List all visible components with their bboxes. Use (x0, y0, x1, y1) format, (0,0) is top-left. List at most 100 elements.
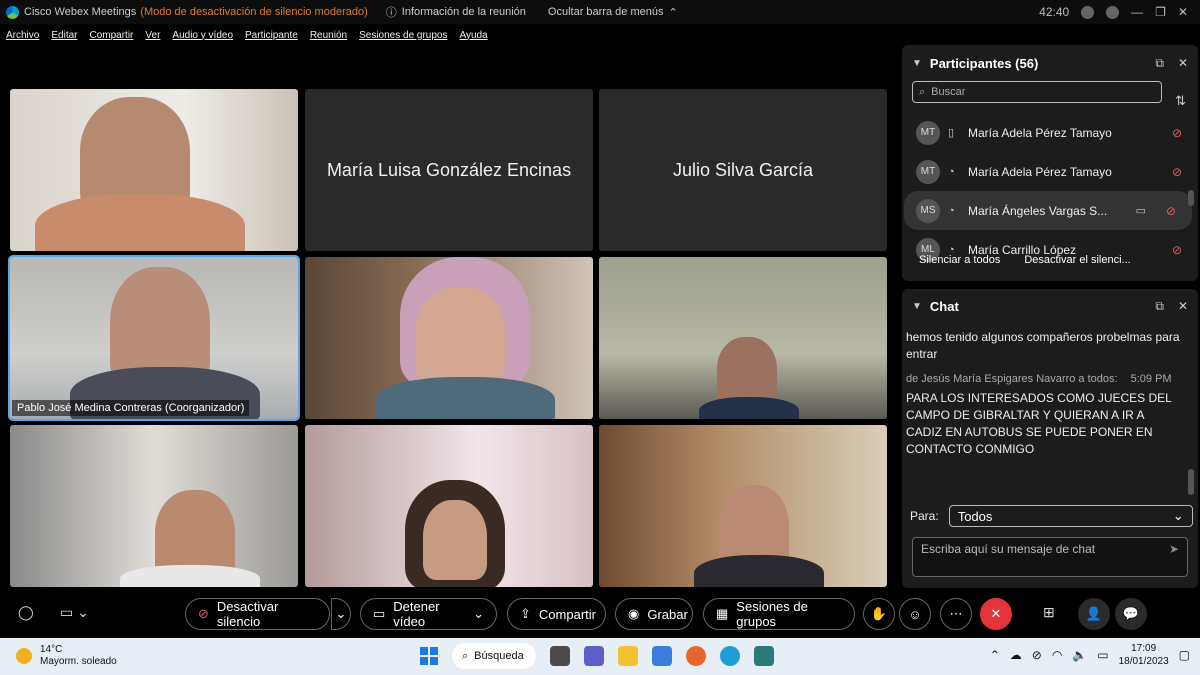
menu-participante[interactable]: Participante (245, 30, 298, 41)
participants-panel: ▼ Participantes (56) ⧉ ✕ ⌕ Buscar ⇅ MT ▯… (902, 45, 1198, 281)
edge-icon[interactable] (720, 646, 740, 666)
unmute-label: Desactivar silencio (216, 599, 279, 629)
hide-menu-button[interactable]: Ocultar barra de menús ⌃ (548, 6, 678, 19)
taskbar-clock[interactable]: 17:09 18/01/2023 (1119, 642, 1169, 668)
status-icon[interactable] (1081, 5, 1095, 19)
mic-muted-icon[interactable]: ⊘ (1172, 126, 1182, 140)
video-tile-6[interactable] (599, 257, 887, 419)
recipient-select[interactable]: Todos ⌄ (948, 505, 1193, 527)
windows-start-icon[interactable] (420, 647, 438, 665)
chat-message-meta: de Jesús María Espigares Navarro a todos… (906, 371, 1182, 388)
menu-sesiones[interactable]: Sesiones de grupos (359, 30, 447, 41)
menu-ayuda[interactable]: Ayuda (460, 30, 488, 41)
video-tile-1[interactable] (10, 89, 298, 251)
meeting-controls: ◯ ▭ ⌄ ⊘ Desactivar silencio ⌄ ▭ Detener … (0, 596, 1200, 634)
participant-row[interactable]: MS ◔ María Ángeles Vargas S... ▭ ⊘ (904, 191, 1192, 230)
apps-icon[interactable]: ⊞ (1043, 604, 1055, 621)
menu-ver[interactable]: Ver (145, 30, 160, 41)
more-options-button[interactable]: ⋯ (940, 598, 972, 630)
unmute-button[interactable]: ⊘ Desactivar silencio (185, 598, 330, 630)
notifications-icon[interactable]: ▢ (1179, 648, 1190, 662)
collapse-chevron-icon[interactable]: ▼ (912, 301, 922, 312)
connection-status-icon[interactable]: ◯ (18, 604, 34, 621)
video-tile-9[interactable] (599, 425, 887, 587)
file-explorer-icon[interactable] (618, 646, 638, 666)
participant-row[interactable]: MT ▯ María Adela Pérez Tamayo ⊘ (902, 113, 1198, 152)
close-icon[interactable]: ✕ (1178, 5, 1188, 19)
participant-search-input[interactable]: ⌕ Buscar (912, 81, 1162, 103)
teams-chat-icon[interactable] (584, 646, 604, 666)
meeting-info-button[interactable]: ⓘ Información de la reunión (386, 4, 526, 20)
windows-taskbar: 14°C Mayorm. soleado ⌕ Búsqueda ⌃ ☁ ⊘ ◠ … (0, 638, 1200, 675)
audio-options-button[interactable]: ⌄ (331, 598, 351, 630)
chevron-up-icon[interactable]: ⌃ (990, 648, 1000, 662)
chat-recipient-row: Para: Todos ⌄ (910, 505, 1193, 527)
menu-audio-video[interactable]: Audio y vídeo (172, 30, 233, 41)
weather-widget[interactable]: 14°C Mayorm. soleado (16, 644, 117, 668)
participant-row[interactable]: MT ◔ María Adela Pérez Tamayo ⊘ (902, 152, 1198, 191)
cloud-icon[interactable]: ☁ (1010, 648, 1022, 662)
video-tile-3[interactable]: Julio Silva García (599, 89, 887, 251)
chevron-down-icon: ⌄ (1172, 508, 1184, 523)
leave-meeting-button[interactable]: ✕ (980, 598, 1012, 630)
mic-muted-icon[interactable]: ⊘ (1172, 165, 1182, 179)
mic-muted-icon[interactable]: ⊘ (1172, 243, 1182, 257)
video-tile-2[interactable]: María Luisa González Encinas (305, 89, 593, 251)
captions-icon[interactable]: ▭ ⌄ (60, 604, 89, 621)
system-tray: ⌃ ☁ ⊘ ◠ 🔈 ▭ 17:09 18/01/2023 ▢ (990, 642, 1190, 668)
share-button[interactable]: ⇪ Compartir (507, 598, 606, 630)
participant-name: María Adela Pérez Tamayo (968, 164, 1112, 179)
menu-archivo[interactable]: Archivo (6, 30, 39, 41)
breakout-button[interactable]: ▦ Sesiones de grupos (703, 598, 855, 630)
popout-icon[interactable]: ⧉ (1155, 299, 1164, 314)
chat-toggle-button[interactable]: 💬 (1115, 598, 1147, 630)
video-tile-8[interactable] (305, 425, 593, 587)
chat-bubble-icon: 💬 (1122, 606, 1140, 621)
taskbar-apps: ⌕ Búsqueda (420, 643, 774, 669)
restore-icon[interactable]: ❐ (1155, 5, 1166, 19)
mode-label: (Modo de desactivación de silencio moder… (140, 6, 368, 18)
menu-editar[interactable]: Editar (51, 30, 77, 41)
mic-muted-icon[interactable]: ⊘ (1032, 648, 1042, 662)
video-tile-4[interactable]: Pablo José Medina Contreras (Coorganizad… (8, 255, 300, 421)
taskbar-search[interactable]: ⌕ Búsqueda (452, 643, 536, 669)
close-panel-icon[interactable]: ✕ (1178, 299, 1188, 314)
chevron-down-icon: ⌄ (335, 606, 347, 621)
mic-muted-icon[interactable]: ⊘ (1166, 204, 1176, 218)
chevron-up-icon: ⌃ (668, 6, 678, 19)
record-label: Grabar (647, 606, 688, 622)
participants-toggle-button[interactable]: 👤 (1078, 598, 1110, 630)
battery-icon[interactable]: ▭ (1097, 648, 1108, 662)
chat-message: PARA LOS INTERESADOS COMO JUECES DEL CAM… (906, 391, 1172, 456)
store-icon[interactable] (652, 646, 672, 666)
volume-icon[interactable]: 🔈 (1072, 648, 1087, 662)
menu-compartir[interactable]: Compartir (89, 30, 133, 41)
raise-hand-button[interactable]: ✋ (863, 598, 895, 630)
mute-all-button[interactable]: Silenciar a todos (919, 254, 1000, 266)
close-panel-icon[interactable]: ✕ (1178, 56, 1188, 71)
firefox-icon[interactable] (686, 646, 706, 666)
unmute-all-button[interactable]: Desactivar el silenci... (1024, 254, 1130, 266)
video-tile-7[interactable] (10, 425, 298, 587)
camera-icon[interactable]: ▭ (1136, 204, 1146, 217)
record-icon: ◉ (628, 606, 640, 621)
task-view-icon[interactable] (550, 646, 570, 666)
record-button[interactable]: ◉ Grabar (615, 598, 693, 630)
sort-icon[interactable]: ⇅ (1175, 93, 1186, 109)
reactions-button[interactable]: ☺ (899, 598, 931, 630)
collapse-chevron-icon[interactable]: ▼ (912, 58, 922, 69)
recipient-value: Todos (957, 508, 993, 524)
wifi-icon[interactable]: ◠ (1052, 648, 1062, 662)
participants-tools: ⧉ ✕ (1155, 56, 1188, 71)
participants-scrollbar[interactable] (1188, 190, 1194, 206)
video-tile-5[interactable] (305, 257, 593, 419)
signal-icon[interactable] (1106, 5, 1120, 19)
stop-video-button[interactable]: ▭ Detener vídeo ⌄ (360, 598, 497, 630)
menu-reunion[interactable]: Reunión (310, 30, 347, 41)
chat-scrollbar[interactable] (1188, 469, 1194, 495)
minimize-icon[interactable]: — (1131, 5, 1143, 19)
webex-taskbar-icon[interactable] (754, 646, 774, 666)
popout-icon[interactable]: ⧉ (1155, 56, 1164, 71)
send-icon[interactable]: ➤ (1169, 542, 1179, 556)
chat-input[interactable]: Escriba aquí su mensaje de chat ➤ (912, 537, 1188, 577)
